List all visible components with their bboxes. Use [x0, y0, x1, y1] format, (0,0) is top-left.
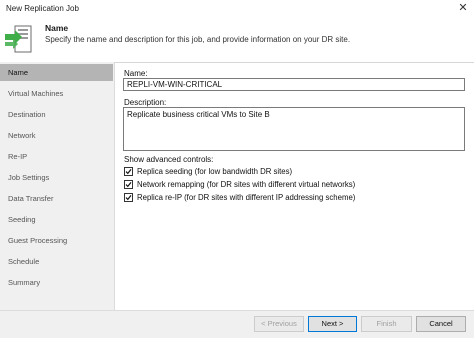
sidebar-item-network[interactable]: Network	[0, 127, 113, 144]
replica-seeding-checkbox[interactable]	[124, 167, 133, 176]
finish-button[interactable]: Finish	[361, 316, 412, 332]
replication-job-icon	[3, 24, 33, 54]
check-icon	[125, 182, 132, 188]
sidebar-item-guest-processing[interactable]: Guest Processing	[0, 232, 113, 249]
title-bar: New Replication Job ✕	[0, 0, 474, 18]
sidebar-item-summary[interactable]: Summary	[0, 274, 113, 291]
job-name-input[interactable]: REPLI-VM-WIN-CRITICAL	[123, 78, 465, 91]
network-remapping-label: Network remapping (for DR sites with dif…	[137, 180, 356, 189]
check-icon	[125, 195, 132, 201]
replica-re-ip-checkbox[interactable]	[124, 193, 133, 202]
description-textarea[interactable]: Replicate business critical VMs to Site …	[123, 107, 465, 151]
sidebar-item-job-settings[interactable]: Job Settings	[0, 169, 113, 186]
header-description: Specify the name and description for thi…	[45, 35, 351, 44]
network-remapping-checkbox[interactable]	[124, 180, 133, 189]
replica-seeding-label: Replica seeding (for low bandwidth DR si…	[137, 167, 293, 176]
sidebar-item-destination[interactable]: Destination	[0, 106, 113, 123]
window-title: New Replication Job	[6, 4, 79, 13]
sidebar-item-name[interactable]: Name	[0, 64, 113, 81]
sidebar-item-seeding[interactable]: Seeding	[0, 211, 113, 228]
cancel-button[interactable]: Cancel	[416, 316, 466, 332]
previous-button[interactable]: < Previous	[254, 316, 304, 332]
header-title: Name	[45, 23, 69, 33]
sidebar-item-re-ip[interactable]: Re-IP	[0, 148, 113, 165]
sidebar-item-virtual-machines[interactable]: Virtual Machines	[0, 85, 113, 102]
wizard-header: Name Specify the name and description fo…	[0, 17, 474, 63]
wizard-footer: < Previous Next > Finish Cancel	[0, 310, 474, 338]
sidebar-item-data-transfer[interactable]: Data Transfer	[0, 190, 113, 207]
name-label: Name:	[124, 69, 148, 78]
advanced-controls-label: Show advanced controls:	[124, 155, 214, 164]
wizard-content: Name: REPLI-VM-WIN-CRITICAL Description:…	[115, 62, 474, 310]
close-icon[interactable]: ✕	[456, 1, 470, 15]
replica-re-ip-label: Replica re-IP (for DR sites with differe…	[137, 193, 356, 202]
wizard-steps-sidebar: Name Virtual Machines Destination Networ…	[0, 62, 115, 310]
description-label: Description:	[124, 98, 167, 107]
sidebar-item-schedule[interactable]: Schedule	[0, 253, 113, 270]
check-icon	[125, 169, 132, 175]
next-button[interactable]: Next >	[308, 316, 357, 332]
